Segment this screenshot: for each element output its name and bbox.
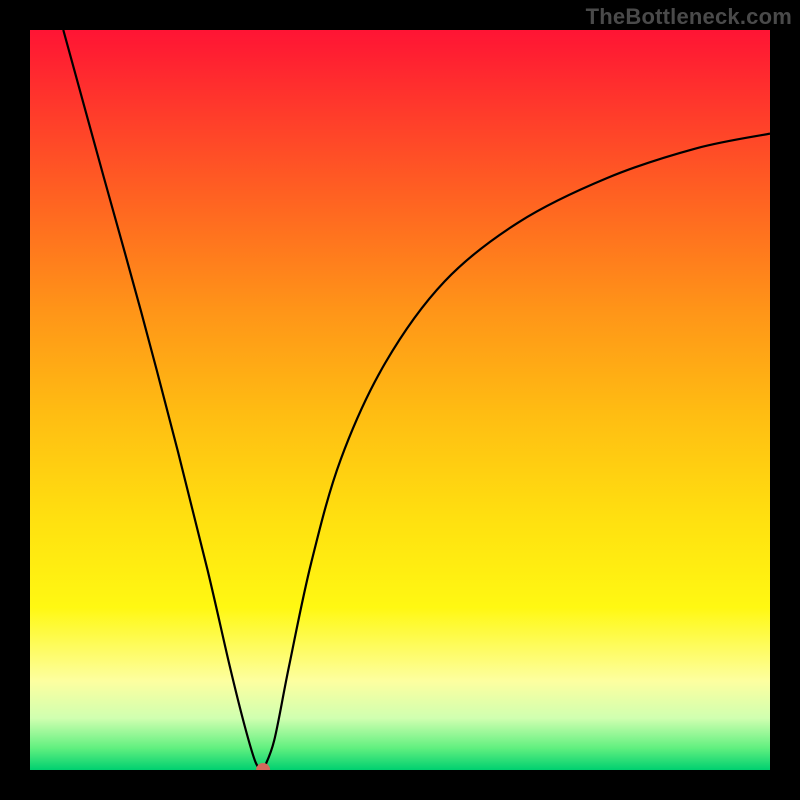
watermark-text: TheBottleneck.com — [586, 4, 792, 30]
bottleneck-curve-right — [263, 134, 770, 770]
plot-area — [30, 30, 770, 770]
chart-frame: TheBottleneck.com — [0, 0, 800, 800]
bottleneck-curve-left — [63, 30, 263, 770]
optimal-point-marker — [256, 763, 270, 770]
curve-layer — [30, 30, 770, 770]
